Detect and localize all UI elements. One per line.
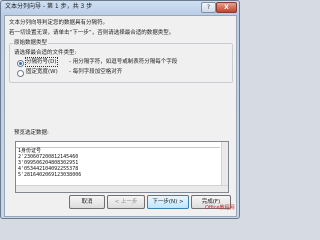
- file-type-instruction: 请选择最合适的文件类型:: [14, 50, 77, 56]
- cancel-button[interactable]: 取消: [69, 195, 105, 209]
- dialog-body: 文本分列向导判定您的数据具有分隔符。 若一切设置无误，请单击“下一步”，否则请选…: [4, 15, 237, 217]
- delimited-description: - 用分隔字符，如逗号或制表符分隔每个字段: [69, 59, 178, 65]
- preview-vertical-scrollbar[interactable]: [221, 142, 228, 186]
- preview-row: 5'2816402069123038006: [18, 172, 82, 178]
- watermark-logo: Office教程网: [205, 205, 235, 211]
- text-import-wizard-window: 文本分列向导 - 第 1 步，共 3 步 ? X 文本分列向导判定您的数据具有分…: [0, 0, 240, 219]
- help-button[interactable]: ?: [201, 2, 216, 13]
- preview-horizontal-scrollbar[interactable]: [16, 185, 228, 192]
- group-label: 原始数据类型: [13, 39, 49, 47]
- intro-line-1: 文本分列向导判定您的数据具有分隔符。: [9, 20, 109, 26]
- title-bar: 文本分列向导 - 第 1 步，共 3 步 ? X: [1, 1, 239, 14]
- delimited-label[interactable]: 分隔符号(D): [25, 57, 58, 67]
- data-preview-box[interactable]: 1身份证号 2'230607200812145460 3'09950620480…: [15, 141, 229, 193]
- preview-label: 预览选定数据:: [14, 130, 49, 136]
- fixed-width-label[interactable]: 固定宽度(W): [26, 68, 58, 76]
- next-button[interactable]: 下一步(N) >: [147, 195, 189, 209]
- intro-line-2: 若一切设置无误，请单击“下一步”，否则请选择最合适的数据类型。: [9, 30, 175, 36]
- window-title: 文本分列向导 - 第 1 步，共 3 步: [5, 3, 93, 10]
- preview-ruler: [16, 142, 220, 148]
- back-button[interactable]: < 上一步: [107, 195, 145, 209]
- close-button[interactable]: X: [216, 2, 237, 13]
- fixed-width-description: - 每列字段加空格对齐: [69, 69, 123, 75]
- fixed-width-radio[interactable]: [17, 70, 24, 77]
- delimited-radio[interactable]: [17, 60, 24, 67]
